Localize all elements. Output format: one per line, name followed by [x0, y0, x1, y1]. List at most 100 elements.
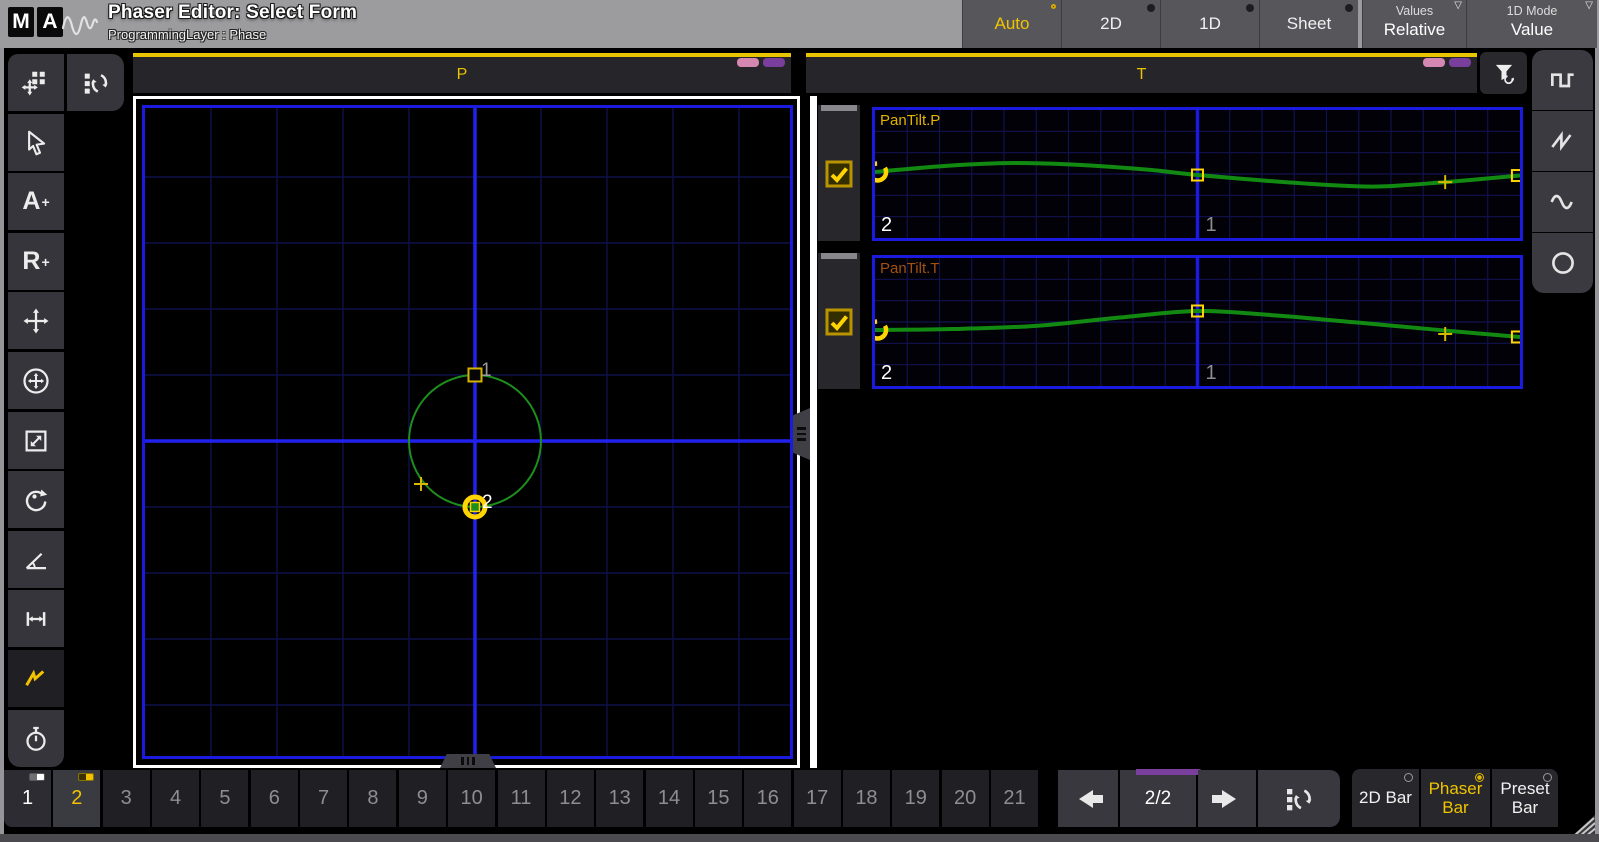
filter-sync-button[interactable] [1480, 52, 1527, 94]
arrow-right-icon [1210, 786, 1244, 812]
tilt-row-strip [818, 253, 860, 389]
move-arrows-icon [21, 306, 51, 336]
add-relative-tool[interactable]: R+ [8, 233, 64, 290]
step-button-2[interactable]: 2 [53, 770, 100, 827]
tab-auto[interactable]: Auto [962, 0, 1061, 48]
chart-step-label: 1 [1206, 362, 1217, 385]
step-page-indicator[interactable]: 2/2 [1120, 770, 1196, 827]
bottom-grip-handle[interactable] [440, 754, 496, 768]
step-button-3[interactable]: 3 [103, 770, 150, 827]
step-button-21[interactable]: 21 [991, 770, 1038, 827]
column-header-tilt[interactable]: T [806, 53, 1477, 93]
step-button-6[interactable]: 6 [251, 770, 298, 827]
chart-title: PanTilt.P [880, 112, 940, 129]
square-wave-icon [1547, 64, 1579, 96]
square-wave-form-button[interactable] [1532, 50, 1593, 110]
angle-tool[interactable] [8, 531, 64, 588]
step-button-9[interactable]: 9 [399, 770, 446, 827]
rotate-tool[interactable] [8, 471, 64, 528]
step-button-11[interactable]: 11 [498, 770, 545, 827]
titlebar: M A Phaser Editor: Select Form Programmi… [0, 0, 1599, 48]
2d-bar-button[interactable]: 2D Bar [1352, 769, 1419, 827]
header-purple-pill [763, 58, 785, 67]
width-icon [21, 604, 51, 634]
previous-step-button[interactable] [1058, 770, 1118, 827]
step-button-19[interactable]: 19 [892, 770, 939, 827]
step-button-1[interactable]: 1 [4, 770, 51, 827]
row-handle[interactable] [821, 105, 857, 111]
tab-indicator-dot [1051, 4, 1056, 9]
move-center-tool[interactable] [8, 352, 64, 409]
pan-enable-checkbox[interactable] [825, 160, 853, 188]
width-tool[interactable] [8, 590, 64, 647]
sine-wave-icon [1547, 186, 1579, 218]
scale-tool[interactable] [8, 412, 64, 469]
column-header-pan[interactable]: P [133, 53, 791, 93]
scale-icon [21, 426, 51, 456]
step-button-20[interactable]: 20 [942, 770, 989, 827]
right-grip-handle[interactable] [793, 408, 810, 460]
phaser-editor-window: M A Phaser Editor: Select Form Programmi… [0, 0, 1599, 842]
panel-splitter[interactable] [810, 96, 817, 768]
phase-tool[interactable] [8, 650, 64, 707]
header-purple-pill [1449, 58, 1471, 67]
step-button-18[interactable]: 18 [843, 770, 890, 827]
form-2d-view-window: 1 2 [133, 96, 800, 768]
move-tool[interactable] [8, 292, 64, 349]
rotate-icon [21, 485, 51, 515]
encoder-bar-toggle[interactable] [67, 54, 124, 111]
update-steps-button[interactable] [1258, 770, 1340, 827]
tilt-enable-checkbox[interactable] [825, 308, 853, 336]
tab-indicator-dot [1246, 4, 1254, 12]
pointer-tool[interactable] [8, 114, 64, 171]
step-button-15[interactable]: 15 [695, 770, 742, 827]
pan-phase-chart[interactable]: PanTilt.P 2 1 [872, 107, 1523, 241]
step-button-17[interactable]: 17 [794, 770, 841, 827]
step-button-8[interactable]: 8 [349, 770, 396, 827]
add-absolute-tool[interactable]: A+ [8, 173, 64, 230]
bar-indicator [1543, 773, 1552, 782]
step-button-14[interactable]: 14 [646, 770, 693, 827]
page-progress-strip [1136, 769, 1202, 775]
chart-step-label: 2 [881, 362, 892, 385]
step-button-13[interactable]: 13 [596, 770, 643, 827]
circle-form-button[interactable] [1532, 233, 1593, 293]
phaser-bar-button[interactable]: Phaser Bar [1421, 769, 1490, 827]
dropdown-triangle-icon: ▽ [1585, 0, 1593, 11]
tilt-phase-chart[interactable]: PanTilt.T 2 1 [872, 255, 1523, 389]
bar-indicator [1404, 773, 1413, 782]
right-bezel [1595, 48, 1599, 834]
update-sync-icon [1283, 783, 1315, 815]
arrow-left-icon [1071, 786, 1105, 812]
step-button-16[interactable]: 16 [744, 770, 791, 827]
move-grid-tool[interactable] [8, 54, 64, 111]
step-button-7[interactable]: 7 [300, 770, 347, 827]
form-2d-plot[interactable]: 1 2 [142, 105, 793, 759]
step-button-5[interactable]: 5 [201, 770, 248, 827]
step-button-10[interactable]: 10 [448, 770, 495, 827]
chart-step-label: 2 [881, 214, 892, 237]
window-title: Phaser Editor: Select Form [108, 2, 357, 24]
sawtooth-wave-form-button[interactable] [1532, 111, 1593, 171]
dropdown-triangle-icon: ▽ [1454, 0, 1462, 11]
preset-bar-button[interactable]: Preset Bar [1492, 769, 1558, 827]
pan-row-strip [818, 105, 860, 241]
speed-tool[interactable] [8, 710, 64, 767]
tab-sheet[interactable]: Sheet [1259, 0, 1358, 48]
step-bar: 123456789101112131415161718192021 [0, 770, 1044, 827]
pointer-icon [21, 128, 51, 158]
row-handle[interactable] [821, 253, 857, 259]
values-dropdown[interactable]: Values Relative ▽ [1362, 0, 1466, 48]
ma-logo[interactable]: M A [8, 7, 63, 37]
step-button-12[interactable]: 12 [547, 770, 594, 827]
next-step-button[interactable] [1198, 770, 1256, 827]
chart-step-label: 1 [1206, 214, 1217, 237]
mode-1d-dropdown[interactable]: 1D Mode Value ▽ [1466, 0, 1597, 48]
tab-2d[interactable]: 2D [1061, 0, 1160, 48]
circle-move-icon [21, 366, 51, 396]
tab-1d[interactable]: 1D [1160, 0, 1259, 48]
step-button-4[interactable]: 4 [152, 770, 199, 827]
phase-zigzag-icon [21, 664, 51, 694]
sine-wave-form-button[interactable] [1532, 172, 1593, 232]
tab-indicator-dot [1345, 4, 1353, 12]
